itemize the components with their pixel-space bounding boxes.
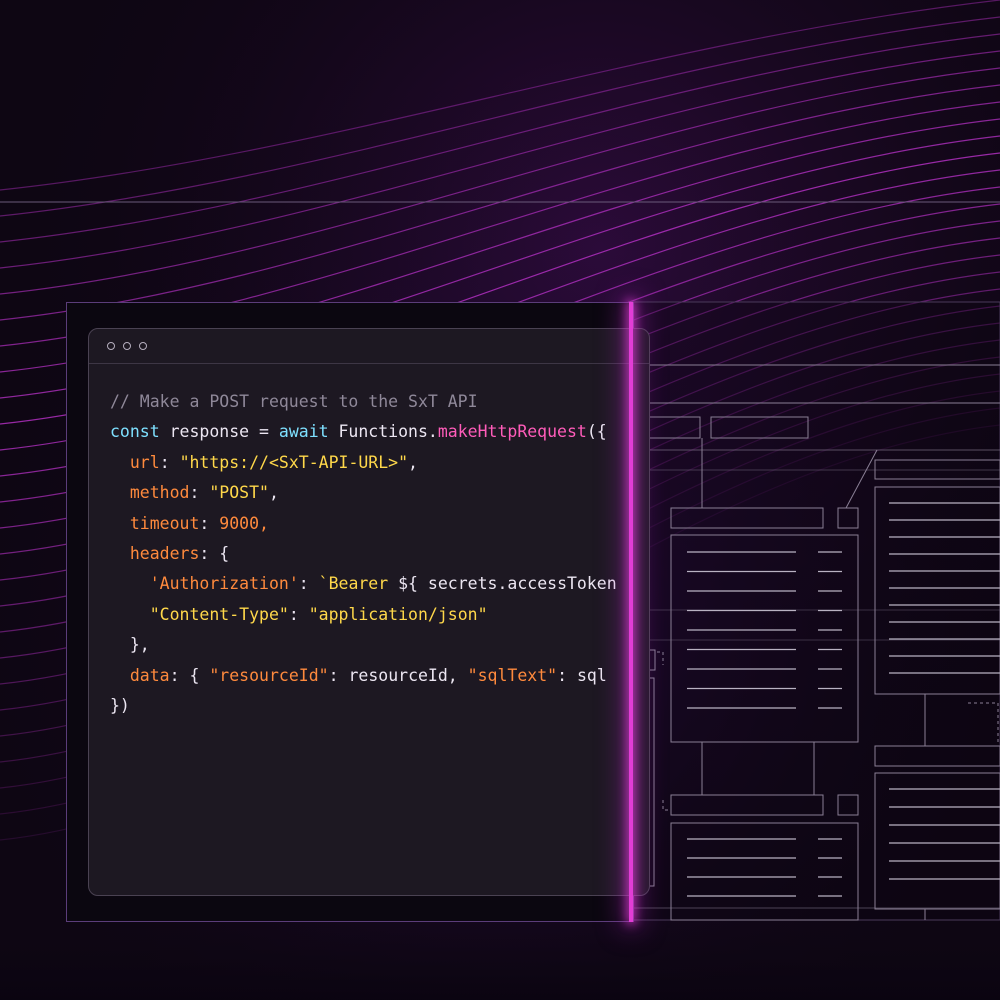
function-name: makeHttpRequest — [437, 422, 587, 442]
property-method: method — [129, 483, 190, 503]
code-line-5: timeout: 9000, — [110, 509, 617, 539]
code-line-2: const response = await Functions.makeHtt… — [110, 417, 617, 447]
keyword-const: const — [110, 422, 160, 442]
code-editor-window: // Make a POST request to the SxT API con… — [88, 328, 650, 896]
window-dot-icon — [123, 342, 131, 350]
code-text: : — [159, 452, 180, 472]
code-text: Functions. — [328, 422, 438, 442]
code-text: : — [199, 543, 220, 563]
keyword-await: await — [278, 422, 329, 442]
code-line-11: }) — [110, 691, 617, 721]
code-text: : sql — [557, 665, 607, 685]
code-text: { — [219, 543, 230, 563]
code-text: : resourceId, — [328, 665, 468, 685]
code-line-9: }, — [110, 630, 617, 660]
code-line-4: method: "POST", — [110, 478, 617, 508]
code-text: , — [268, 483, 279, 503]
code-block: // Make a POST request to the SxT API con… — [110, 387, 617, 721]
number-timeout: 9000, — [219, 513, 269, 533]
editor-titlebar — [89, 329, 649, 364]
code-comment: // Make a POST request to the SxT API — [110, 392, 478, 411]
code-line-6: headers: { — [110, 539, 617, 569]
code-text: , — [408, 452, 418, 472]
string-content-type: "application/json" — [308, 604, 488, 624]
string-method: "POST" — [209, 483, 269, 503]
header-key-authorization: 'Authorization' — [149, 574, 299, 594]
code-text: ({ — [586, 422, 607, 442]
property-headers: headers — [129, 543, 200, 563]
template-string: `Bearer — [318, 574, 399, 594]
code-text: : — [199, 513, 220, 533]
code-text: }, — [129, 635, 150, 655]
header-key-content-type: "Content-Type" — [149, 604, 289, 624]
window-dot-icon — [139, 342, 147, 350]
code-text: ${ secrets.accessToken — [398, 574, 617, 594]
code-text: : — [298, 574, 319, 594]
code-text: : — [288, 604, 309, 624]
key-resource-id: "resourceId" — [209, 665, 329, 685]
code-line-10: data: { "resourceId": resourceId, "sqlTe… — [110, 661, 617, 691]
neon-divider — [629, 302, 633, 922]
string-url: "https://<SxT-API-URL>" — [179, 452, 409, 472]
window-dot-icon — [107, 342, 115, 350]
code-line-1: // Make a POST request to the SxT API — [110, 387, 617, 417]
property-url: url — [129, 452, 160, 472]
key-sql-text: "sqlText" — [467, 665, 558, 685]
code-text: : — [189, 483, 210, 503]
code-text: response = — [159, 422, 279, 442]
code-text: : { — [169, 665, 210, 685]
code-line-7: 'Authorization': `Bearer ${ secrets.acce… — [110, 569, 617, 599]
code-text: }) — [110, 695, 130, 715]
code-line-3: url: "https://<SxT-API-URL>", — [110, 448, 617, 478]
property-timeout: timeout — [129, 513, 200, 533]
property-data: data — [129, 665, 170, 685]
code-line-8: "Content-Type": "application/json" — [110, 600, 617, 630]
